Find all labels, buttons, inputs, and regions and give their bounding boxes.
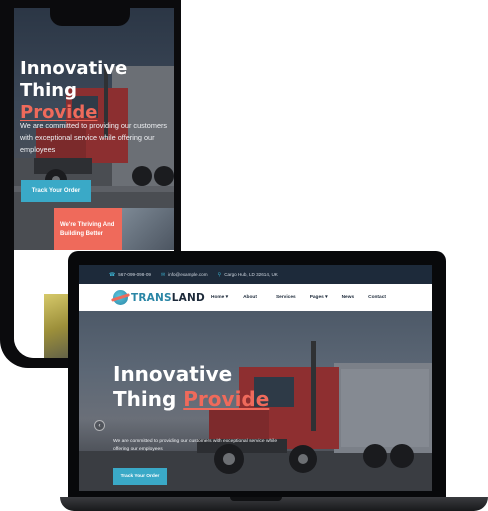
laptop-screen: ☎ 567-099-098-09 ✉ info@example.com ⚲ Ca… [79, 265, 432, 491]
nav-item-services[interactable]: Services [276, 295, 296, 300]
phone-notch [50, 8, 130, 26]
nav-item-contact[interactable]: Contact [368, 295, 386, 300]
nav-item-home[interactable]: Home ▾ [211, 295, 228, 300]
phone-icon: ☎ [109, 271, 116, 278]
phone-track-order-button[interactable]: Track Your Order [21, 180, 91, 202]
phone-hero: Innovative Thing Provide We are committe… [14, 8, 174, 250]
top-info-bar: ☎ 567-099-098-09 ✉ info@example.com ⚲ Ca… [79, 265, 432, 284]
nav-item-about[interactable]: About [243, 295, 257, 300]
track-order-button[interactable]: Track Your Order [113, 468, 167, 485]
nav-menu: Home ▾ About Services Pages ▾ News Conta… [211, 284, 386, 311]
laptop-base-notch [230, 497, 282, 501]
hero-title: Innovative Thing Provide [113, 362, 270, 411]
hero-section: ‹ Innovative Thing Provide We are commit… [79, 311, 432, 491]
phone-feature-card-image [122, 208, 174, 250]
main-navbar: TRANSLAND Home ▾ About Services Pages ▾ … [79, 284, 432, 311]
topbar-email[interactable]: ✉ info@example.com [161, 272, 208, 278]
nav-item-pages[interactable]: Pages ▾ [310, 295, 328, 300]
laptop-mockup: ☎ 567-099-098-09 ✉ info@example.com ⚲ Ca… [68, 251, 446, 501]
topbar-address: ⚲ Cargo Hub, LD 32614, UK [217, 271, 278, 278]
phone-feature-card[interactable]: We're Thriving And Building Better [54, 208, 174, 250]
mail-icon: ✉ [160, 271, 166, 278]
hero-description: We are committed to providing our custom… [113, 439, 278, 452]
chevron-left-icon[interactable]: ‹ [94, 420, 105, 431]
logo-icon [113, 290, 128, 305]
nav-item-news[interactable]: News [342, 295, 355, 300]
topbar-phone[interactable]: ☎ 567-099-098-09 [109, 272, 151, 278]
location-icon: ⚲ [217, 271, 222, 278]
site-logo[interactable]: TRANSLAND [113, 290, 205, 305]
phone-hero-description: We are committed to providing our custom… [20, 121, 168, 154]
hero-title-accent: Provide [183, 387, 270, 411]
phone-feature-card-label: We're Thriving And Building Better [54, 208, 122, 250]
phone-hero-title: Innovative Thing Provide [20, 58, 174, 124]
